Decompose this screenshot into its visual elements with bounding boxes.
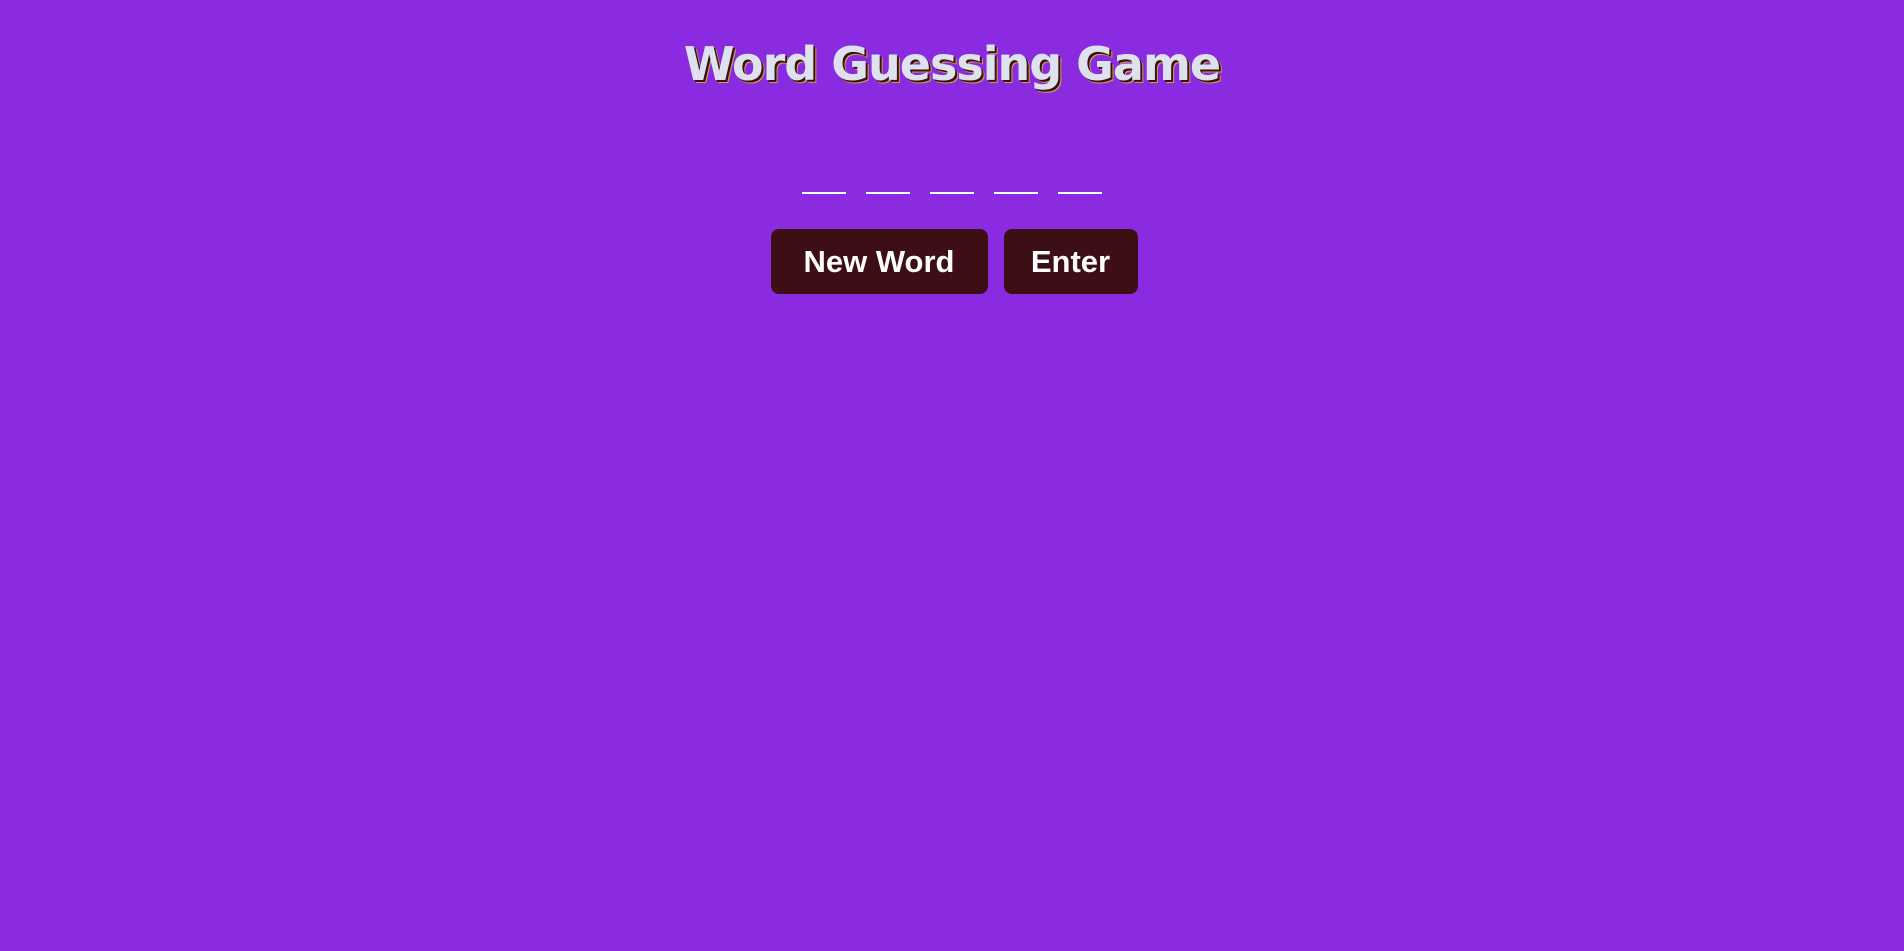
word-slots <box>0 166 1904 194</box>
letter-slot <box>802 166 846 194</box>
button-row: New Word Enter <box>0 229 1904 294</box>
new-word-button[interactable]: New Word <box>770 229 988 294</box>
letter-slot <box>1058 166 1102 194</box>
letter-slot <box>994 166 1038 194</box>
letter-slot <box>866 166 910 194</box>
letter-slot <box>930 166 974 194</box>
enter-button[interactable]: Enter <box>1003 229 1138 294</box>
page-title: Word Guessing Game <box>683 37 1221 91</box>
game-page: Word Guessing Game New Word Enter <box>0 0 1904 951</box>
